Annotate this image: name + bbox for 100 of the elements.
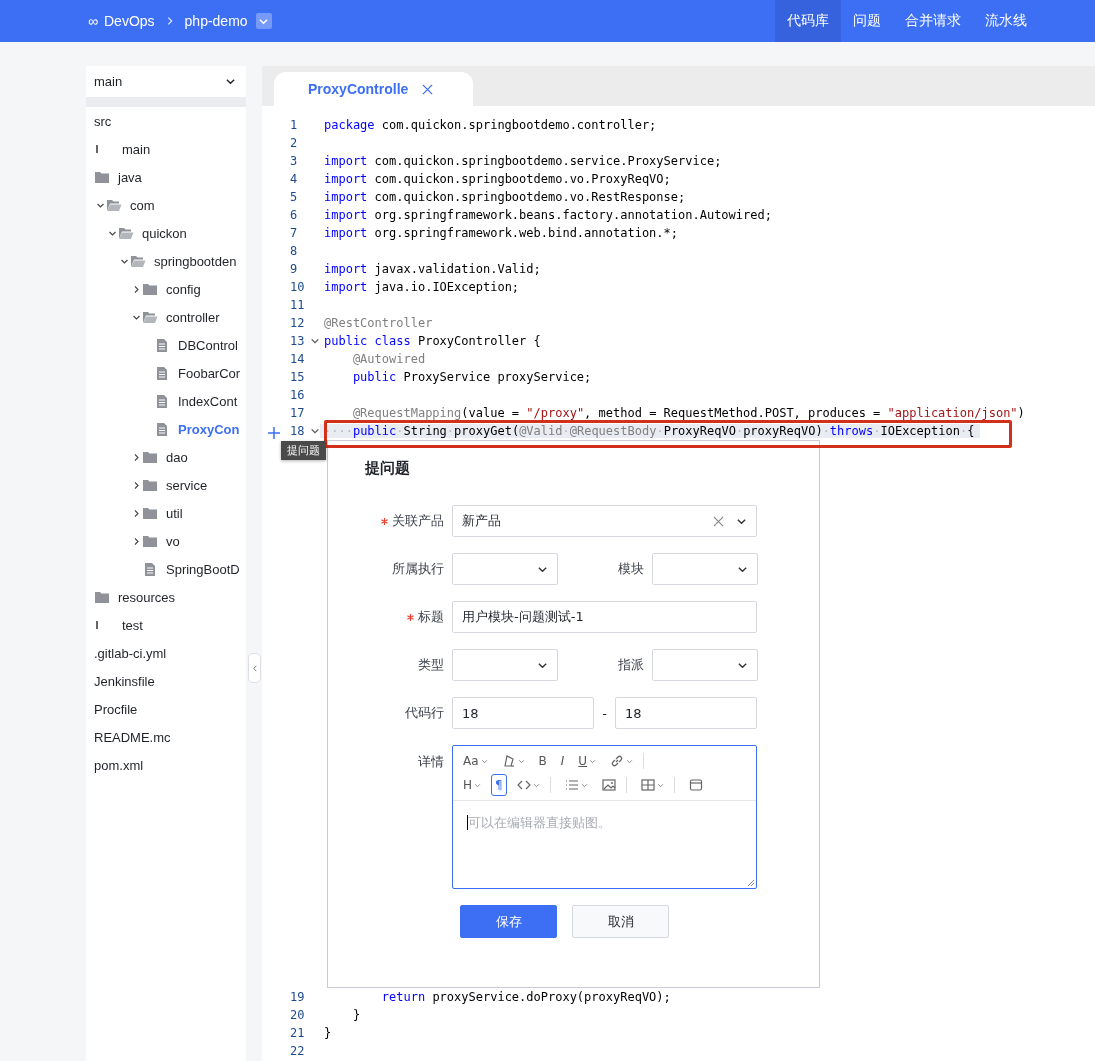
tree-item[interactable]: main	[86, 135, 246, 163]
image-icon	[601, 778, 616, 792]
tree-item[interactable]: Procfile	[86, 695, 246, 723]
tree-item[interactable]: DBControl	[86, 331, 246, 359]
breadcrumb-link[interactable]: DevOps	[104, 13, 155, 29]
rich-text-editor[interactable]: Aa B I U H ¶ 可以在编辑器直接贴图。	[452, 745, 757, 889]
tree-item[interactable]: ProxyCon	[86, 415, 246, 443]
toolbar-button[interactable]: H	[459, 774, 486, 796]
nav-tab[interactable]: 合并请求	[893, 0, 973, 42]
tree-item[interactable]: util	[86, 499, 246, 527]
tree-item[interactable]: config	[86, 275, 246, 303]
tree-item[interactable]: java	[86, 163, 246, 191]
code-line: import javax.validation.Valid;	[324, 262, 541, 276]
line-number: 1	[290, 118, 299, 132]
folder-icon	[142, 282, 158, 296]
chevron-down-icon[interactable]	[310, 336, 320, 346]
tree-item[interactable]: resources	[86, 583, 246, 611]
chevron-down-icon[interactable]	[310, 426, 320, 436]
branch-select[interactable]: main	[86, 66, 246, 97]
tree-item[interactable]: dao	[86, 443, 246, 471]
line-number: 7	[290, 226, 299, 240]
tree-item[interactable]: quickon	[86, 219, 246, 247]
line-number: 22	[290, 1044, 306, 1058]
line-number: 4	[290, 172, 299, 186]
code-line: import org.springframework.beans.factory.annotation.Autowired;	[324, 208, 772, 222]
tree-item[interactable]: FoobarCor	[86, 359, 246, 387]
code-icon	[516, 778, 531, 792]
folder-icon	[94, 170, 110, 184]
tree-item[interactable]: test	[86, 611, 246, 639]
folder-icon	[142, 310, 158, 324]
code-line: import org.springframework.web.bind.annotation.*;	[324, 226, 679, 240]
line-number: 16	[290, 388, 306, 402]
tree-item[interactable]: springbootden	[86, 247, 246, 275]
chevron-down-icon	[225, 76, 236, 87]
link-icon	[610, 754, 625, 768]
tree-item[interactable]: pom.xml	[86, 751, 246, 779]
tree-item[interactable]: README.mc	[86, 723, 246, 751]
tree-item[interactable]: IndexCont	[86, 387, 246, 415]
nav-tab[interactable]: 问题	[841, 0, 893, 42]
line-number: 19	[290, 990, 306, 1004]
select-field[interactable]: 新产品	[452, 505, 757, 537]
tree-item[interactable]: service	[86, 471, 246, 499]
line-number: 21	[290, 1026, 306, 1040]
code-line: import com.quickon.springbootdemo.service.ProxyService;	[324, 154, 722, 168]
tick-mark-icon	[96, 621, 98, 629]
collapse-handle[interactable]	[248, 653, 261, 683]
logo-text: ∞	[88, 13, 98, 29]
toolbar-button[interactable]: ¶	[491, 774, 507, 796]
line-number: 6	[290, 208, 299, 222]
folder-icon	[130, 254, 146, 268]
line-number: 5	[290, 190, 299, 204]
tooltip: 提问题	[281, 441, 326, 460]
folder-icon	[142, 450, 158, 464]
tree-item[interactable]: .gitlab-ci.yml	[86, 639, 246, 667]
toolbar-button[interactable]: B	[534, 750, 551, 772]
range-separator: -	[601, 705, 608, 721]
select-field[interactable]	[652, 553, 758, 585]
file-icon	[154, 394, 170, 408]
tree-item[interactable]: Jenkinsfile	[86, 667, 246, 695]
toolbar-button[interactable]: Aa	[459, 750, 492, 772]
select-field[interactable]	[652, 649, 758, 681]
field-label: 类型	[418, 656, 444, 674]
select-field[interactable]	[452, 649, 558, 681]
project-dropdown-button[interactable]	[255, 13, 272, 29]
resize-grip-icon	[747, 879, 755, 887]
folder-icon	[94, 590, 110, 604]
form-title: 提问题	[365, 459, 411, 478]
code-line: import java.io.IOException;	[324, 280, 520, 294]
close-icon	[422, 83, 434, 95]
tree-item[interactable]: controller	[86, 303, 246, 331]
nav-tab[interactable]: 流水线	[973, 0, 1039, 42]
tree-item[interactable]: SpringBootD	[86, 555, 246, 583]
toolbar-button[interactable]: U	[574, 750, 601, 772]
field-label: 所属执行	[392, 560, 444, 578]
save-button[interactable]: 保存	[460, 905, 557, 938]
folder-icon	[142, 478, 158, 492]
file-icon	[154, 366, 170, 380]
toolbar-button[interactable]: I	[556, 750, 569, 772]
code-line: @RequestMapping(value = "/proxy", method = RequestMethod.POST, produces = "application/json")	[351, 406, 1025, 420]
code-line: import com.quickon.springbootdemo.vo.ProxyReqVO;	[324, 172, 671, 186]
file-icon	[154, 422, 170, 436]
code-line: public ProxyService proxyService;	[351, 370, 592, 384]
list-icon	[564, 778, 579, 792]
cancel-button[interactable]: 取消	[572, 905, 669, 938]
text-field[interactable]: 18	[615, 697, 757, 729]
folder-icon	[106, 198, 122, 212]
field-label: 标题	[418, 608, 444, 626]
select-field[interactable]	[452, 553, 558, 585]
file-tab[interactable]: ProxyControlle	[274, 72, 474, 106]
text-field[interactable]: 18	[452, 697, 594, 729]
tree-item[interactable]: vo	[86, 527, 246, 555]
field-label: 指派	[618, 656, 644, 674]
code-line: }	[351, 1008, 361, 1022]
breadcrumb-link[interactable]: php-demo	[184, 13, 248, 29]
tree-item[interactable]: src	[86, 107, 246, 135]
code-line: @RestController	[324, 316, 433, 330]
plus-icon	[268, 427, 280, 439]
tree-item[interactable]: com	[86, 191, 246, 219]
text-field[interactable]: 用户模块-问题测试-1	[452, 601, 757, 633]
nav-tab[interactable]: 代码库	[775, 0, 841, 42]
